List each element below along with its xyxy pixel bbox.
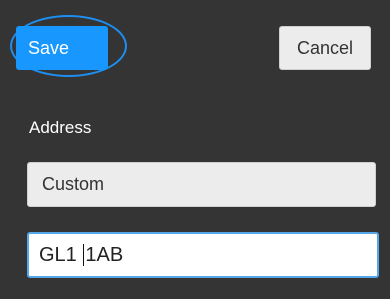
postcode-text-after-caret: 1AB [85, 243, 124, 266]
cancel-button[interactable]: Cancel [279, 26, 371, 70]
postcode-text-before-caret: GL1 [39, 243, 83, 266]
address-mode-select[interactable]: Custom [27, 162, 376, 207]
save-button[interactable]: Save [16, 26, 108, 70]
address-editor-panel: Save Cancel Address Custom GL1 1AB [0, 0, 390, 299]
text-caret [83, 244, 85, 266]
address-label: Address [29, 118, 92, 137]
address-mode-selected-value: Custom [42, 174, 105, 194]
postcode-input[interactable]: GL1 1AB [27, 232, 379, 278]
